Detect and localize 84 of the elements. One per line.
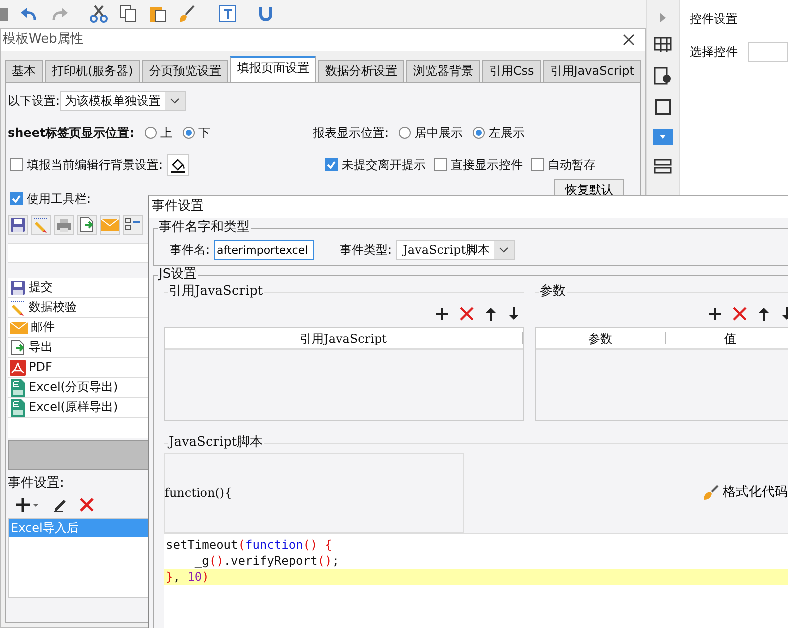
- window-title: 模板Web属性: [3, 32, 84, 48]
- code-editor[interactable]: setTimeout(function() { _g().verifyReport(); }, 10): [164, 533, 788, 628]
- text-box-icon[interactable]: [219, 5, 237, 23]
- info-icon[interactable]: [654, 67, 672, 85]
- printer-icon: [56, 217, 72, 233]
- pencil-icon: [33, 217, 49, 233]
- section-title: JavaScript脚本: [168, 435, 264, 451]
- field-label: 事件类型:: [340, 242, 392, 258]
- add-icon[interactable]: [708, 307, 722, 321]
- undo-icon[interactable]: [19, 6, 39, 22]
- checkbox[interactable]: 直接显示控件: [434, 158, 523, 172]
- event-type-dropdown[interactable]: JavaScript脚本: [396, 240, 516, 260]
- checkbox[interactable]: 未提交离开提示: [325, 158, 426, 172]
- close-icon[interactable]: [623, 34, 636, 46]
- group-title: JS设置: [158, 267, 198, 283]
- tab[interactable]: 引用Css: [482, 60, 542, 82]
- column-header: 值: [666, 332, 788, 344]
- field-label: 事件名:: [170, 242, 210, 258]
- envelope-icon: [101, 218, 119, 232]
- list-icon[interactable]: [654, 158, 672, 176]
- check-button[interactable]: [31, 215, 51, 235]
- section-title: 引用JavaScript: [168, 284, 264, 300]
- field-label: sheet标签页显示位置:: [8, 126, 134, 140]
- code-line: setTimeout(function() {: [165, 537, 334, 553]
- brush-icon: [703, 485, 719, 501]
- checkbox[interactable]: 自动暂存: [531, 158, 596, 172]
- paint-bucket-icon: [170, 157, 186, 173]
- copy-icon[interactable]: [120, 5, 138, 23]
- radio-option[interactable]: 左展示: [473, 126, 526, 140]
- paint-bucket-button[interactable]: [167, 154, 190, 176]
- section-label: 事件设置:: [8, 476, 66, 492]
- add-icon[interactable]: [435, 307, 449, 321]
- brush-icon[interactable]: [178, 5, 196, 23]
- field-label: 以下设置:: [8, 94, 60, 108]
- add-dropdown-icon[interactable]: [16, 496, 40, 513]
- control-field[interactable]: [748, 42, 788, 62]
- tab[interactable]: 填报页面设置: [230, 56, 316, 82]
- clipboard-icon[interactable]: [149, 5, 167, 23]
- field-label: 选择控件: [690, 45, 738, 60]
- radio-option[interactable]: 上: [144, 126, 172, 140]
- tab[interactable]: 基本: [5, 60, 43, 82]
- caret-icon: [499, 247, 510, 253]
- radio-option[interactable]: 居中展示: [399, 126, 464, 140]
- export-button[interactable]: [77, 215, 97, 235]
- dialog-title: 事件设置: [149, 196, 788, 218]
- column-header: 参数: [536, 332, 666, 344]
- magnet-icon[interactable]: [258, 5, 274, 23]
- dropdown-icon[interactable]: [653, 129, 674, 145]
- event-name-field[interactable]: afterimportexcel: [214, 240, 314, 260]
- function-header: function(){: [165, 486, 232, 500]
- tab[interactable]: 浏览器背景: [406, 60, 480, 82]
- grid-icon[interactable]: [654, 36, 672, 54]
- caret-icon: [170, 98, 180, 104]
- up-arrow-icon[interactable]: [485, 307, 497, 321]
- tab[interactable]: 引用JavaScript: [543, 60, 642, 82]
- save-button[interactable]: [8, 215, 28, 235]
- square-icon[interactable]: [654, 98, 672, 116]
- delete-icon[interactable]: [80, 498, 94, 512]
- tab[interactable]: 分页预览设置: [142, 60, 228, 82]
- tab[interactable]: 数据分析设置: [318, 60, 404, 82]
- checkbox[interactable]: 填报当前编辑行背景设置:: [10, 158, 164, 172]
- print-button[interactable]: [54, 215, 74, 235]
- check-icon: [327, 160, 336, 169]
- tab[interactable]: 打印机(服务器): [45, 60, 140, 82]
- scope-dropdown[interactable]: 为该模板单独设置: [60, 91, 186, 111]
- up-arrow-icon[interactable]: [758, 307, 770, 321]
- code-line: _g().verifyReport();: [194, 553, 340, 569]
- scissors-icon[interactable]: [89, 5, 109, 23]
- pencil-icon: [10, 300, 26, 316]
- layout-icon: [125, 217, 141, 233]
- format-code-button[interactable]: 格式化代码: [703, 485, 788, 501]
- checkbox[interactable]: 使用工具栏:: [10, 192, 92, 206]
- toolbar-button[interactable]: [123, 215, 143, 235]
- section-title: 参数: [539, 284, 567, 300]
- radio-option[interactable]: 下: [182, 126, 210, 140]
- column-header: 引用JavaScript: [165, 332, 523, 344]
- check-icon: [12, 194, 21, 203]
- panel-title: 控件设置: [690, 12, 739, 26]
- delete-icon[interactable]: [733, 307, 747, 321]
- down-arrow-icon[interactable]: [508, 307, 520, 321]
- export-icon: [79, 217, 95, 233]
- group-title: 事件名字和类型: [158, 220, 251, 236]
- field-label: 报表显示位置:: [313, 126, 390, 140]
- delete-icon[interactable]: [460, 307, 474, 321]
